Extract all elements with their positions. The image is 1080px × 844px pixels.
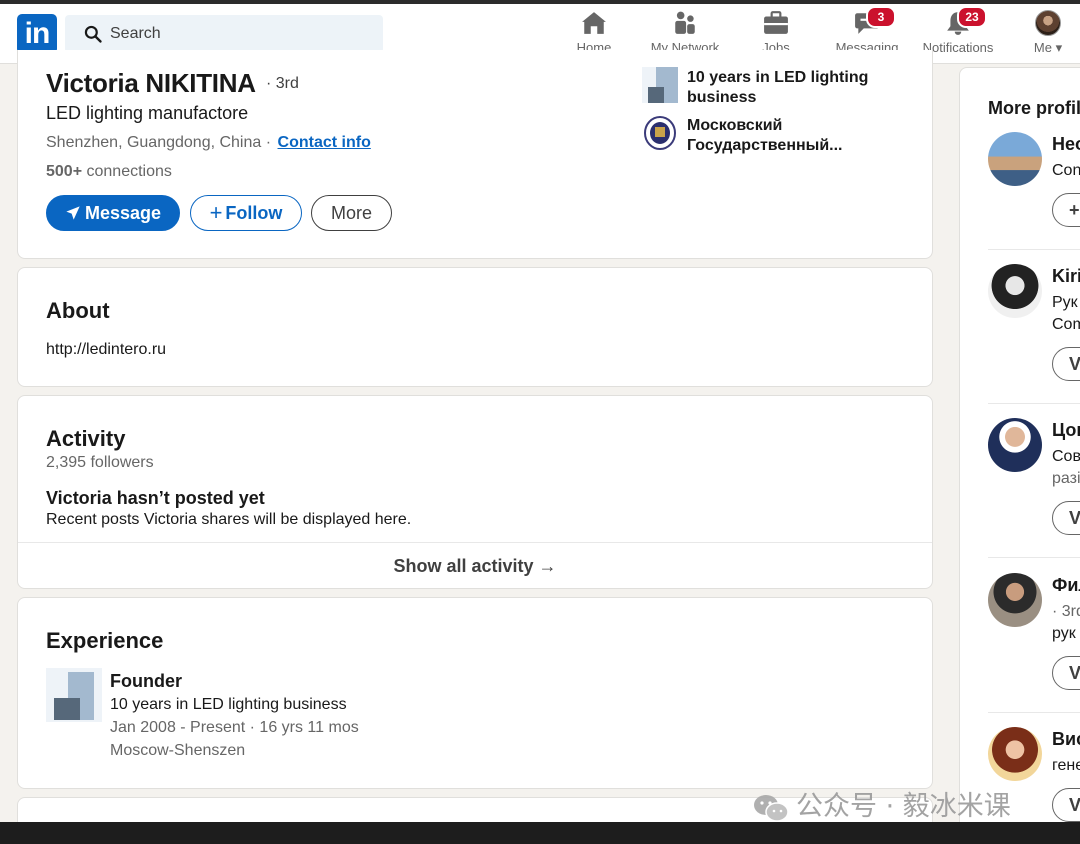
view-button[interactable]: V [1052, 788, 1080, 822]
nav-label: Me [1033, 40, 1052, 55]
list-item[interactable]: Фил · 3rd рук V [960, 573, 1080, 728]
send-icon [66, 206, 80, 220]
empty-activity-title: Victoria hasn’t posted yet [46, 488, 265, 508]
list-item[interactable]: Цог Сов разі V [960, 418, 1080, 573]
contact-info-link[interactable]: Contact info [278, 134, 371, 151]
person-name[interactable]: Heo [1052, 134, 1080, 155]
messaging-badge: 3 [866, 6, 896, 28]
view-button[interactable]: V [1052, 501, 1080, 535]
divider [988, 249, 1080, 250]
section-title: Activity [46, 426, 126, 451]
person-name[interactable]: Вис [1052, 729, 1080, 750]
message-label: Message [84, 203, 162, 223]
avatar[interactable] [988, 418, 1042, 472]
more-button[interactable]: More [311, 195, 392, 231]
person-headline: разі [1052, 470, 1080, 487]
os-dock-strip [0, 822, 1080, 844]
connection-degree: · 3rd [1052, 603, 1080, 620]
section-title: Experience [46, 628, 164, 653]
company-logo[interactable] [46, 668, 102, 722]
company-logo[interactable] [642, 67, 678, 103]
followers-count: 2,395 followers [46, 454, 154, 471]
search-icon [84, 25, 102, 43]
follow-label: Follow [225, 203, 283, 223]
message-button[interactable]: Message [46, 195, 180, 231]
connections-count[interactable]: 500+ connections [46, 163, 172, 181]
notifications-badge: 23 [957, 6, 987, 28]
person-headline: гене [1052, 757, 1080, 774]
connections-label: connections [86, 163, 172, 180]
rail-title: More profiles [988, 98, 1080, 118]
nav-me[interactable]: Me ▾ [1026, 10, 1070, 62]
view-button[interactable]: V [1052, 347, 1080, 381]
experience-section: Experience Founder 10 years in LED light… [17, 597, 933, 789]
about-text: http://ledintero.ru [46, 341, 167, 358]
wechat-icon [754, 794, 789, 822]
person-name[interactable]: Цог [1052, 420, 1080, 441]
divider [988, 712, 1080, 713]
linkedin-logo[interactable]: in [17, 14, 57, 54]
experience-location: Moscow-Shenszen [110, 742, 246, 759]
avatar[interactable] [988, 727, 1042, 781]
connect-button[interactable]: + [1052, 193, 1080, 227]
chevron-down-icon: ▾ [1055, 40, 1063, 55]
divider [988, 403, 1080, 404]
university-seal-icon[interactable] [643, 115, 677, 151]
profile-name: Victoria NIKITINA [46, 68, 256, 98]
connection-degree: · 3rd [266, 75, 299, 92]
briefcase-icon [764, 11, 788, 34]
current-company[interactable]: 10 years in LED lighting business [687, 68, 897, 108]
watermark-text: 公众号 · 毅冰米课 [796, 791, 1011, 822]
search-box[interactable]: Search [65, 15, 383, 53]
avatar[interactable] [988, 132, 1042, 186]
location-text: Shenzhen, Guangdong, China · [46, 134, 272, 151]
search-input[interactable]: Search [110, 25, 161, 43]
experience-title: Founder [110, 671, 182, 691]
avatar[interactable] [988, 264, 1042, 318]
person-headline: Con [1052, 162, 1080, 179]
education[interactable]: Московский Государственный... [687, 116, 897, 156]
person-headline: рук [1052, 625, 1076, 642]
profile-top-card: Victoria NIKITINA · 3rd LED lighting man… [17, 50, 933, 259]
more-profiles-rail: More profiles Heo Con + Kiri Рук Com V Ц… [959, 67, 1080, 844]
activity-section: Activity 2,395 followers Victoria hasn’t… [17, 395, 933, 589]
show-all-activity-button[interactable]: Show all activity → [18, 556, 932, 577]
view-button[interactable]: V [1052, 656, 1080, 690]
section-title: About [46, 298, 110, 323]
experience-dates: Jan 2008 - Present · 16 yrs 11 mos [110, 719, 359, 736]
avatar[interactable] [988, 573, 1042, 627]
person-headline: Com [1052, 316, 1080, 333]
profile-location: Shenzhen, Guangdong, China · Contact inf… [46, 134, 371, 152]
person-headline: Сов [1052, 448, 1080, 465]
person-headline: Рук [1052, 294, 1078, 311]
empty-activity-text: Recent posts Victoria shares will be dis… [46, 511, 412, 528]
person-name[interactable]: Kiri [1052, 266, 1080, 287]
about-section: About http://ledintero.ru [17, 267, 933, 387]
home-icon [582, 12, 606, 34]
divider [988, 557, 1080, 558]
person-name[interactable]: Фил [1052, 575, 1080, 596]
follow-button[interactable]: + Follow [190, 195, 302, 231]
profile-headline: LED lighting manufactore [46, 103, 249, 123]
divider [18, 542, 932, 543]
watermark: 公众号 · 毅冰米课 [752, 784, 1011, 823]
list-item[interactable]: Kiri Рук Com V [960, 264, 1080, 419]
experience-company: 10 years in LED lighting business [110, 696, 347, 713]
connections-number: 500+ [46, 163, 83, 180]
plus-icon: + [209, 200, 223, 225]
me-avatar [1035, 10, 1061, 36]
network-icon [675, 11, 695, 34]
